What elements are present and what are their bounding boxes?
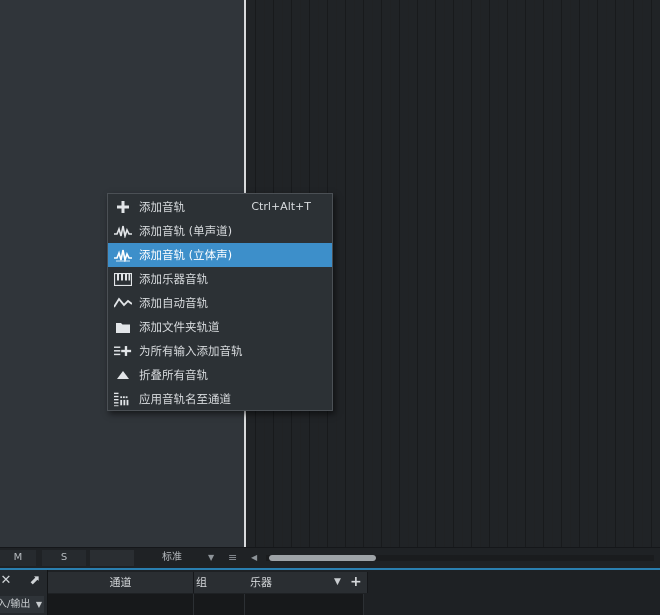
menu-lines-icon[interactable]: ≡ bbox=[228, 550, 237, 566]
column-header-instrument[interactable]: 乐器 ▼ + bbox=[246, 572, 368, 593]
menu-item-label: 添加乐器音轨 bbox=[139, 272, 208, 286]
automation-curve-icon bbox=[114, 294, 132, 312]
menu-item-add-automation-track[interactable]: 添加自动音轨 bbox=[108, 291, 332, 315]
waveform-mono-icon bbox=[114, 222, 132, 240]
view-mode-select[interactable]: 标准 bbox=[162, 550, 182, 566]
console-row bbox=[48, 594, 364, 615]
menu-item-label: 添加自动音轨 bbox=[139, 296, 208, 310]
horizontal-scrollbar[interactable] bbox=[266, 555, 654, 561]
menu-item-add-stereo-track[interactable]: 添加音轨 (立体声) bbox=[108, 243, 332, 267]
menu-item-label: 为所有输入添加音轨 bbox=[139, 344, 243, 358]
menu-item-label: 添加音轨 (单声道) bbox=[139, 224, 233, 238]
menu-item-apply-track-names[interactable]: 应用音轨名至通道 bbox=[108, 387, 332, 411]
menu-item-add-track[interactable]: 添加音轨 Ctrl+Alt+T bbox=[108, 195, 332, 219]
folder-icon bbox=[114, 318, 132, 336]
apply-names-icon bbox=[114, 390, 132, 408]
menu-item-label: 添加文件夹轨道 bbox=[139, 320, 220, 334]
close-icon[interactable]: ✕ bbox=[0, 572, 12, 590]
menu-item-label: 应用音轨名至通道 bbox=[139, 392, 231, 406]
menu-item-add-mono-track[interactable]: 添加音轨 (单声道) bbox=[108, 219, 332, 243]
console-left-controls: ✕ ⬈ 入/输出 ▼ bbox=[0, 570, 48, 615]
collapse-triangle-icon bbox=[114, 366, 132, 384]
menu-item-add-folder-track[interactable]: 添加文件夹轨道 bbox=[108, 315, 332, 339]
scrollbar-thumb[interactable] bbox=[269, 555, 376, 561]
console-panel: ✕ ⬈ 入/输出 ▼ 通道 组 乐器 ▼ + bbox=[0, 570, 660, 615]
solo-button[interactable]: S bbox=[42, 550, 86, 566]
list-add-icon bbox=[114, 342, 132, 360]
menu-item-label: 折叠所有音轨 bbox=[139, 368, 208, 382]
waveform-stereo-icon bbox=[114, 246, 132, 264]
expand-arrow-icon[interactable]: ⬈ bbox=[28, 572, 42, 590]
io-select-label: 入/输出 bbox=[0, 599, 31, 610]
column-separator bbox=[193, 594, 194, 615]
menu-item-add-tracks-all-inputs[interactable]: 为所有输入添加音轨 bbox=[108, 339, 332, 363]
add-icon[interactable]: + bbox=[350, 572, 362, 593]
menu-item-shortcut: Ctrl+Alt+T bbox=[251, 200, 311, 213]
chevron-down-icon[interactable]: ▼ bbox=[334, 572, 341, 593]
toolbar-slot[interactable] bbox=[90, 550, 134, 566]
menu-item-label: 添加音轨 bbox=[139, 200, 185, 214]
plus-icon bbox=[114, 198, 132, 216]
menu-item-add-instrument-track[interactable]: 添加乐器音轨 bbox=[108, 267, 332, 291]
menu-item-label: 添加音轨 (立体声) bbox=[139, 248, 233, 262]
column-separator bbox=[363, 594, 364, 615]
add-track-context-menu: 添加音轨 Ctrl+Alt+T 添加音轨 (单声道) 添加音轨 (立体声) 添加… bbox=[107, 193, 333, 411]
column-separator bbox=[244, 594, 245, 615]
scroll-left-icon[interactable]: ◀ bbox=[251, 550, 257, 566]
keyboard-icon bbox=[114, 270, 132, 288]
column-header-instrument-label: 乐器 bbox=[250, 576, 272, 589]
bottom-toolbar: M S 标准 ▼ ≡ ◀ bbox=[0, 547, 660, 568]
io-select[interactable]: 入/输出 ▼ bbox=[0, 596, 44, 613]
menu-item-collapse-all-tracks[interactable]: 折叠所有音轨 bbox=[108, 363, 332, 387]
column-header-group[interactable]: 组 bbox=[194, 572, 247, 593]
chevron-down-icon: ▼ bbox=[33, 596, 42, 613]
chevron-down-icon[interactable]: ▼ bbox=[208, 550, 214, 566]
column-header-channel[interactable]: 通道 bbox=[48, 572, 194, 593]
mute-button[interactable]: M bbox=[0, 550, 36, 566]
